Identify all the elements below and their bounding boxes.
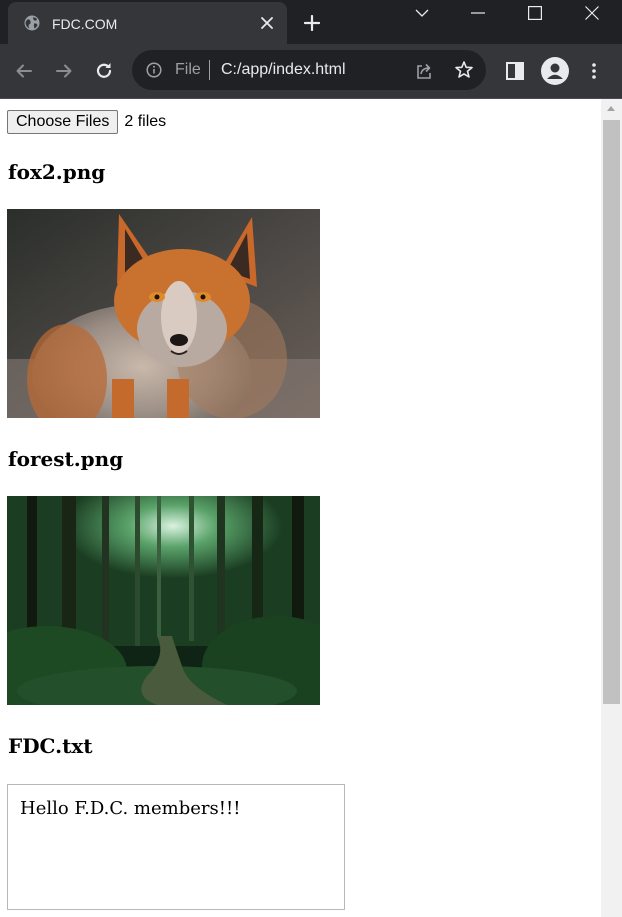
text-file-body: Hello F.D.C. members!!! <box>20 798 241 819</box>
browser-tab[interactable]: FDC.COM <box>8 2 287 44</box>
browser-toolbar: File C:/app/index.html <box>0 44 622 99</box>
fox-image <box>7 209 320 418</box>
tab-search-button[interactable] <box>394 0 450 26</box>
reload-icon[interactable] <box>94 61 114 81</box>
file-count-label: 2 files <box>124 113 167 130</box>
minimize-icon <box>471 12 485 14</box>
page-viewport: Choose Files 2 files fox2.png forest.png… <box>0 99 601 917</box>
globe-icon <box>24 15 40 31</box>
share-icon[interactable] <box>414 61 434 81</box>
url-text[interactable]: C:/app/index.html <box>221 61 346 79</box>
more-menu-icon[interactable] <box>584 61 604 81</box>
address-bar[interactable]: File C:/app/index.html <box>132 50 486 90</box>
text-file-content[interactable]: Hello F.D.C. members!!! <box>7 784 345 910</box>
vertical-scrollbar[interactable] <box>601 99 622 917</box>
tab-strip: FDC.COM <box>0 0 622 44</box>
tab-title: FDC.COM <box>52 16 118 32</box>
minimize-button[interactable] <box>450 0 506 26</box>
bookmark-star-icon[interactable] <box>454 60 474 80</box>
person-icon <box>547 63 563 79</box>
close-window-button[interactable] <box>564 0 620 26</box>
close-icon <box>585 6 599 20</box>
back-arrow-icon[interactable] <box>14 61 34 81</box>
file-name-heading: FDC.txt <box>8 734 93 758</box>
url-scheme-label: File <box>175 61 201 78</box>
file-name-heading: fox2.png <box>8 160 106 184</box>
close-icon[interactable] <box>261 17 273 29</box>
chevron-down-icon <box>415 9 429 17</box>
maximize-icon <box>528 6 542 20</box>
side-panel-icon[interactable] <box>505 61 525 81</box>
choose-files-button[interactable]: Choose Files <box>7 110 119 134</box>
profile-avatar[interactable] <box>541 57 569 85</box>
file-name-heading: forest.png <box>8 447 124 471</box>
file-input: Choose Files 2 files <box>7 109 166 135</box>
info-icon[interactable] <box>146 62 162 78</box>
url-divider <box>209 60 210 80</box>
forward-arrow-icon[interactable] <box>54 61 74 81</box>
forest-image <box>7 496 320 705</box>
scrollbar-thumb[interactable] <box>603 120 620 704</box>
maximize-button[interactable] <box>507 0 563 26</box>
scroll-up-arrow-icon[interactable] <box>607 106 615 111</box>
new-tab-icon[interactable] <box>304 15 320 31</box>
